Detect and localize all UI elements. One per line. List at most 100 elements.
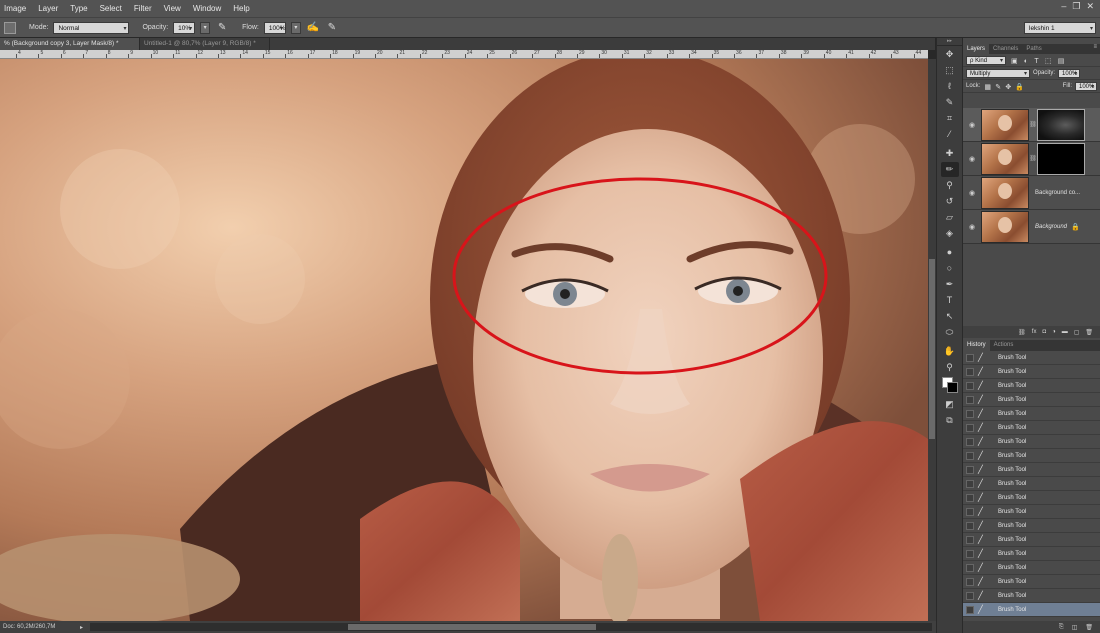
clone-stamp-icon[interactable]: ⚲ (941, 178, 959, 193)
history-item[interactable]: ╱ Brush Tool (963, 519, 1100, 533)
history-brush-icon[interactable]: ↺ (941, 194, 959, 209)
horizontal-scrollbar[interactable] (90, 623, 932, 631)
history-item[interactable]: ╱ Brush Tool (963, 463, 1100, 477)
trash-icon[interactable]: 🗑 (1085, 624, 1093, 631)
pressure-size-icon[interactable]: ✎ (325, 21, 339, 35)
layer-row-2[interactable]: ◉ ⛓ (963, 142, 1100, 176)
history-source-checkbox[interactable] (966, 423, 974, 432)
history-item[interactable]: ╱ Brush Tool (963, 435, 1100, 449)
shape-filter-icon[interactable]: ⬚ (1045, 58, 1052, 65)
trash-icon[interactable]: 🗑 (1085, 329, 1093, 336)
minimize-button[interactable]: – (1061, 1, 1066, 12)
history-item[interactable]: ╱ Brush Tool (963, 449, 1100, 463)
history-item[interactable]: ╱ Brush Tool (963, 407, 1100, 421)
eyedropper-icon[interactable]: ⁄ (941, 127, 959, 142)
layer-mask-thumbnail[interactable] (1037, 142, 1085, 175)
menu-view[interactable]: View (158, 0, 187, 17)
layer-thumbnail[interactable] (981, 108, 1029, 141)
history-source-checkbox[interactable] (966, 395, 974, 404)
visibility-eye-icon[interactable]: ◉ (963, 189, 981, 197)
tab-paths[interactable]: Paths (1022, 44, 1045, 54)
healing-icon[interactable]: ✚ (941, 146, 959, 161)
layer-row-3[interactable]: ◉ Background co... (963, 176, 1100, 210)
history-item[interactable]: ╱ Brush Tool (963, 533, 1100, 547)
kind-filter-dropdown[interactable]: ρ Kind (966, 55, 1006, 66)
move-icon[interactable]: ✥ (941, 47, 959, 62)
new-snapshot-icon[interactable]: ◫ (1072, 624, 1078, 631)
history-source-checkbox[interactable] (966, 479, 974, 488)
horizontal-scroll-thumb[interactable] (348, 624, 596, 630)
history-item[interactable]: ╱ Brush Tool (963, 393, 1100, 407)
history-source-checkbox[interactable] (966, 409, 974, 418)
menu-type[interactable]: Type (64, 0, 93, 17)
history-item[interactable]: ╱ Brush Tool (963, 561, 1100, 575)
crop-icon[interactable]: ⌗ (941, 111, 959, 126)
history-item[interactable]: ╱ Brush Tool (963, 379, 1100, 393)
history-source-checkbox[interactable] (966, 507, 974, 516)
lock-position-icon[interactable]: ✥ (1005, 84, 1011, 91)
paint-bucket-icon[interactable]: ◈ (941, 226, 959, 241)
history-source-checkbox[interactable] (966, 591, 974, 600)
close-button[interactable]: ✕ (1086, 1, 1094, 12)
type-icon[interactable]: T (941, 293, 959, 308)
lock-image-icon[interactable]: ✎ (995, 84, 1001, 91)
history-source-checkbox[interactable] (966, 605, 974, 614)
brush-icon[interactable]: ✏ (940, 162, 959, 177)
visibility-eye-icon[interactable]: ◉ (963, 155, 981, 163)
history-item[interactable]: ╱ Brush Tool (963, 491, 1100, 505)
dodge-icon[interactable]: ○ (941, 261, 959, 276)
tab-channels[interactable]: Channels (989, 44, 1022, 54)
doc-size-info[interactable]: Doc: 60,2M/260,7M (0, 624, 80, 630)
menu-layer[interactable]: Layer (32, 0, 64, 17)
group-folder-icon[interactable]: ▬ (1062, 329, 1068, 335)
mask-link-icon[interactable]: ⛓ (1029, 121, 1037, 128)
background-color-swatch[interactable] (946, 382, 958, 393)
history-source-checkbox[interactable] (966, 493, 974, 502)
blur-icon[interactable]: ● (941, 245, 959, 260)
history-source-checkbox[interactable] (966, 451, 974, 460)
history-source-checkbox[interactable] (966, 367, 974, 376)
zoom-icon[interactable]: ⚲ (941, 360, 959, 375)
lock-transparent-icon[interactable]: ▦ (984, 84, 991, 91)
tab-layers[interactable]: Layers (963, 44, 990, 54)
layer-thumbnail[interactable] (981, 142, 1029, 175)
type-filter-icon[interactable]: T (1034, 58, 1038, 65)
pressure-opacity-icon[interactable]: ✎ (215, 21, 229, 35)
ellipse-icon[interactable]: ⬭ (941, 325, 959, 340)
tool-preset-picker[interactable] (4, 21, 16, 34)
history-item[interactable]: ╱ Brush Tool (963, 365, 1100, 379)
history-item[interactable]: ╱ Brush Tool (963, 547, 1100, 561)
flow-slider-toggle[interactable]: ▾ (290, 21, 301, 34)
tab-actions[interactable]: Actions (990, 340, 1018, 351)
image-canvas[interactable] (0, 59, 928, 621)
eraser-icon[interactable]: ▱ (941, 210, 959, 225)
doc-tab-untitled[interactable]: Untitled-1 @ 80,7% (Layer 9, RGB/8) * (140, 38, 270, 50)
quick-select-icon[interactable]: ✎ (941, 95, 959, 110)
layer-mask-thumbnail[interactable] (1037, 108, 1085, 141)
history-source-checkbox[interactable] (966, 437, 974, 446)
layer-row-1[interactable]: ◉ ⛓ (963, 108, 1100, 142)
screen-mode-icon[interactable]: ⧉ (941, 413, 959, 428)
visibility-eye-icon[interactable]: ◉ (963, 223, 981, 231)
visibility-eye-icon[interactable]: ◉ (963, 121, 981, 129)
adjustment-filter-icon[interactable]: ◐ (1024, 58, 1028, 65)
restore-button[interactable]: ❐ (1072, 1, 1080, 12)
history-item[interactable]: ╱ Brush Tool (963, 575, 1100, 589)
pen-icon[interactable]: ✒ (941, 277, 959, 292)
opacity-field[interactable]: 10% (173, 21, 196, 35)
marquee-icon[interactable]: ⬚ (941, 63, 959, 78)
vertical-scroll-thumb[interactable] (929, 259, 935, 439)
lasso-icon[interactable]: ℓ (941, 79, 959, 94)
history-source-checkbox[interactable] (966, 549, 974, 558)
history-item[interactable]: ╱ Brush Tool (963, 603, 1100, 617)
history-source-checkbox[interactable] (966, 381, 974, 390)
history-source-checkbox[interactable] (966, 577, 974, 586)
new-layer-icon[interactable]: ▢ (1074, 329, 1080, 336)
vertical-scrollbar[interactable] (928, 59, 936, 621)
workspace-dropdown[interactable]: lekshin 1 (1024, 22, 1096, 35)
color-swatches[interactable] (941, 377, 959, 395)
tools-panel-grip[interactable]: ▸▸ (937, 38, 962, 46)
layer-opacity-field[interactable]: 100% (1058, 68, 1081, 79)
tab-history[interactable]: History (963, 340, 990, 351)
menu-select[interactable]: Select (94, 0, 128, 17)
